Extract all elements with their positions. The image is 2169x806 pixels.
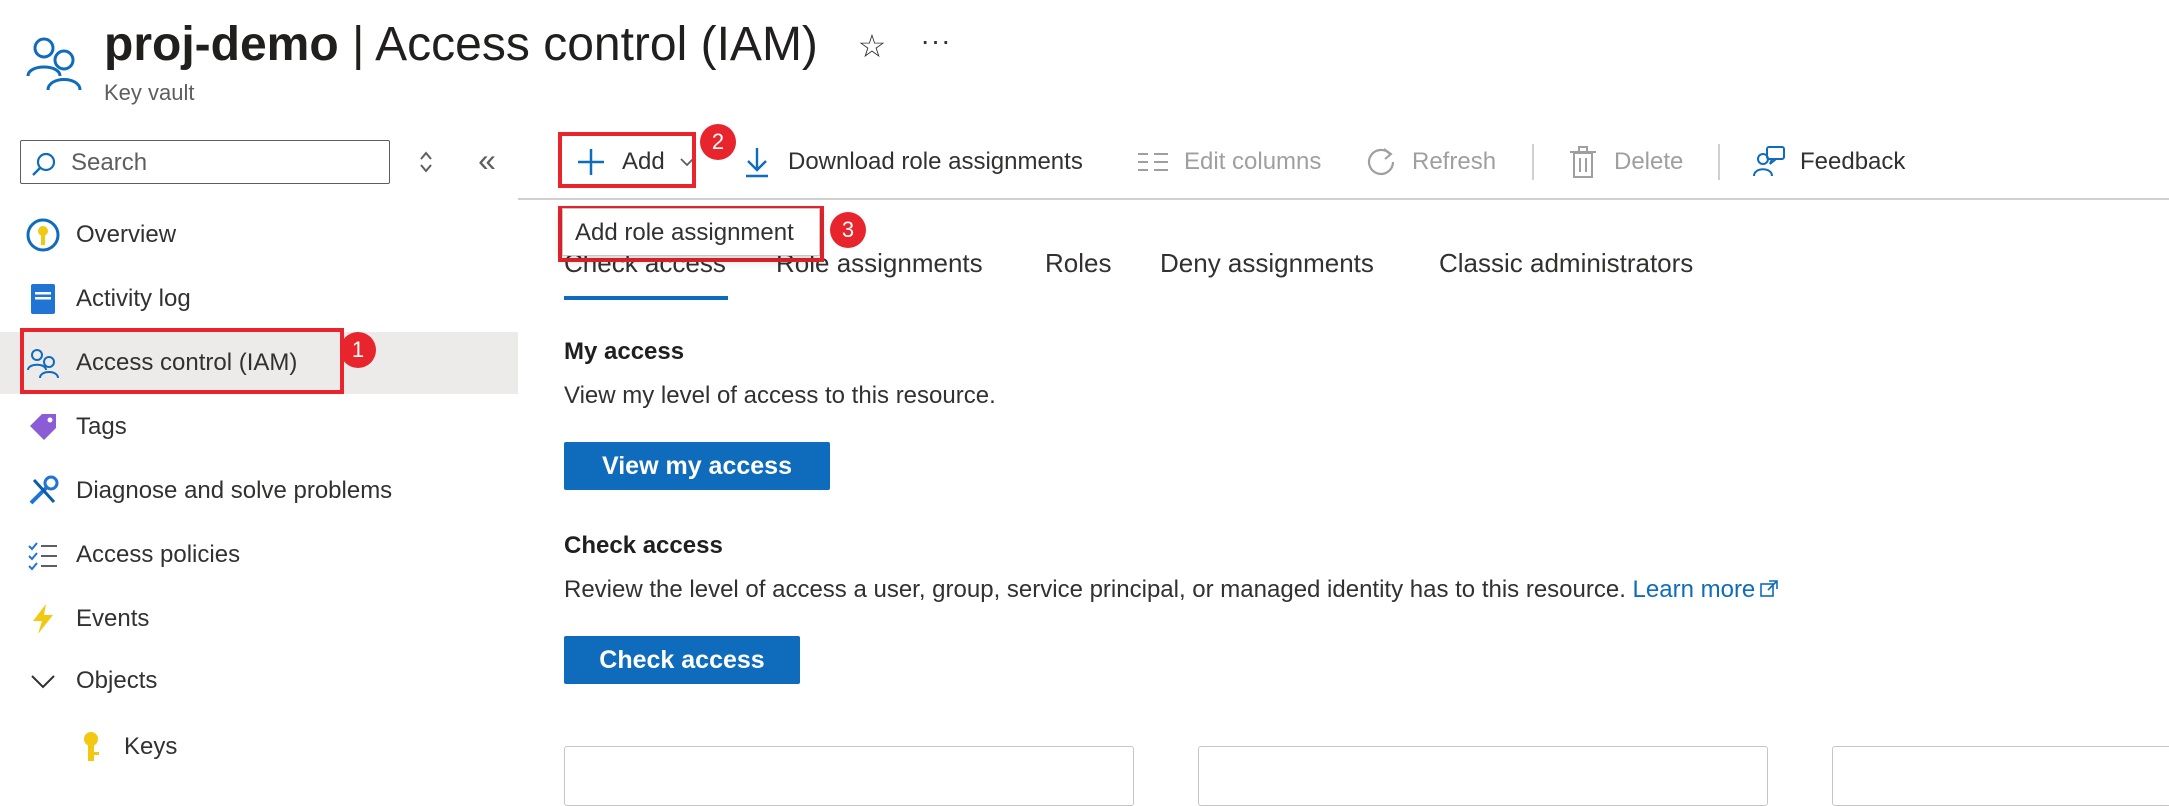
sidebar-item-label: Events: [76, 605, 150, 632]
search-icon: [32, 152, 56, 176]
command-separator: [1532, 144, 1534, 180]
check-access-text: Review the level of access a user, group…: [564, 576, 1626, 603]
search-input[interactable]: [69, 147, 373, 179]
annotation-badge-3: 3: [830, 212, 866, 248]
refresh-icon: [1364, 145, 1398, 179]
active-tab-indicator: [564, 296, 728, 300]
feedback-person-icon: [1752, 145, 1786, 179]
search-box[interactable]: [20, 140, 390, 184]
more-ellipsis-icon[interactable]: ···: [918, 26, 954, 62]
sort-updown-icon[interactable]: [412, 148, 440, 176]
favorite-star-icon[interactable]: ☆: [854, 28, 890, 64]
dropdown-item-add-role-assignment[interactable]: Add role assignment: [562, 208, 820, 256]
sidebar-item-label: Access policies: [76, 541, 241, 568]
view-my-access-button[interactable]: View my access: [564, 442, 830, 490]
learn-more-label: Learn more: [1632, 576, 1756, 603]
learn-more-link[interactable]: Learn more: [1633, 576, 1780, 603]
key-vault-overview-icon: [26, 218, 60, 252]
resource-type: Key vault: [104, 80, 195, 105]
activity-log-icon: [26, 282, 60, 316]
sidebar-item-label: Keys: [124, 733, 178, 760]
sidebar-item-label: Activity log: [76, 285, 191, 312]
my-access-heading: My access: [564, 338, 685, 365]
info-card: [1832, 746, 2169, 806]
trash-icon: [1566, 145, 1600, 179]
checklist-icon: [26, 538, 60, 572]
chevron-down-icon: [26, 664, 60, 698]
sidebar-item-events[interactable]: Events: [0, 588, 518, 650]
page-title: proj-demo | Access control (IAM): [104, 14, 818, 76]
download-role-assignments-button[interactable]: Download role assignments: [740, 140, 1083, 184]
feedback-button[interactable]: Feedback: [1752, 140, 1905, 184]
edit-columns-label: Edit columns: [1184, 148, 1322, 175]
annotation-box-access-control: [20, 328, 344, 394]
external-link-icon: [1760, 580, 1779, 597]
edit-columns-icon: [1136, 145, 1170, 179]
delete-label: Delete: [1614, 148, 1684, 175]
check-access-description: Review the level of access a user, group…: [564, 576, 1779, 604]
resource-name: proj-demo: [104, 18, 339, 71]
sidebar-item-diagnose[interactable]: Diagnose and solve problems: [0, 460, 518, 522]
info-card: [1198, 746, 1768, 806]
tab-deny-assignments[interactable]: Deny assignments: [1160, 248, 1374, 279]
key-icon: [74, 730, 108, 764]
sidebar-item-label: Overview: [76, 221, 177, 248]
sidebar-item-label: Tags: [76, 413, 127, 440]
sidebar-item-overview[interactable]: Overview: [0, 204, 518, 266]
command-bar-divider: [518, 198, 2169, 200]
tag-icon: [26, 410, 60, 444]
sidebar-item-tags[interactable]: Tags: [0, 396, 518, 458]
feedback-label: Feedback: [1800, 148, 1906, 175]
download-icon: [740, 145, 774, 179]
sidebar-item-label: Objects: [76, 667, 158, 694]
annotation-badge-1: 1: [340, 332, 376, 368]
title-separator: |: [338, 18, 376, 71]
refresh-button[interactable]: Refresh: [1364, 140, 1496, 184]
sidebar-item-objects[interactable]: Objects: [0, 650, 518, 712]
edit-columns-button[interactable]: Edit columns: [1136, 140, 1321, 184]
page-title-text: Access control (IAM): [375, 18, 818, 71]
sidebar-item-access-policies[interactable]: Access policies: [0, 524, 518, 586]
check-access-button[interactable]: Check access: [564, 636, 800, 684]
resource-people-icon: [24, 32, 84, 92]
my-access-description: View my level of access to this resource…: [564, 382, 996, 409]
info-card: [564, 746, 1134, 806]
refresh-label: Refresh: [1412, 148, 1497, 175]
check-access-heading: Check access: [564, 532, 723, 559]
lightning-icon: [26, 602, 60, 636]
annotation-badge-2: 2: [700, 124, 736, 160]
delete-button[interactable]: Delete: [1566, 140, 1683, 184]
tab-classic-administrators[interactable]: Classic administrators: [1439, 248, 1693, 279]
download-label: Download role assignments: [788, 148, 1083, 175]
annotation-box-add: [558, 132, 696, 188]
wrench-icon: [26, 474, 60, 508]
sidebar-item-label: Diagnose and solve problems: [76, 477, 393, 504]
collapse-sidebar-icon[interactable]: «: [470, 144, 504, 178]
sidebar-item-activity-log[interactable]: Activity log: [0, 268, 518, 330]
sidebar-item-keys[interactable]: Keys: [0, 716, 518, 778]
command-separator: [1718, 144, 1720, 180]
tab-roles[interactable]: Roles: [1045, 248, 1111, 279]
